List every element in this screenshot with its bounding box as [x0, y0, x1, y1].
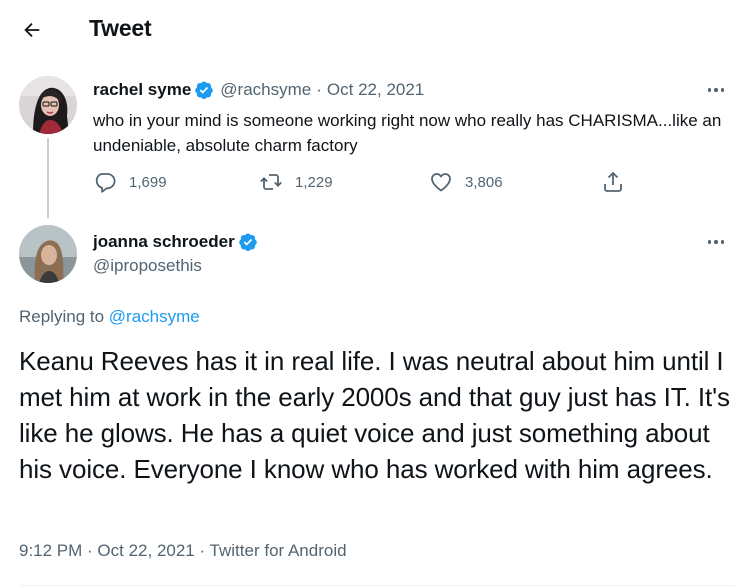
- tweet-header: Tweet: [0, 0, 754, 58]
- author-display-name[interactable]: rachel syme: [93, 80, 191, 100]
- author-display-name[interactable]: joanna schroeder: [93, 232, 235, 252]
- avatar-image: [19, 76, 77, 134]
- share-icon: [604, 171, 622, 192]
- heart-icon: [431, 173, 451, 192]
- more-dot-icon: [707, 240, 712, 244]
- tweet-timestamp-source[interactable]: 9:12 PM · Oct 22, 2021 · Twitter for And…: [19, 541, 347, 561]
- more-dot-icon: [707, 88, 712, 92]
- like-count: 3,806: [465, 173, 503, 191]
- more-dot-icon: [720, 88, 725, 92]
- retweet-button[interactable]: 1,229: [259, 170, 333, 194]
- replying-to-line: Replying to @rachsyme: [19, 307, 200, 327]
- more-dot-icon: [720, 240, 725, 244]
- tweet-actions-bar: 1,699 1,229 3,806: [93, 170, 653, 196]
- retweet-icon: [260, 174, 282, 190]
- more-dot-icon: [714, 88, 718, 92]
- reply-tweet-author-row: joanna schroeder: [93, 232, 258, 252]
- reply-count: 1,699: [129, 173, 167, 191]
- more-options-button[interactable]: [704, 80, 728, 100]
- original-tweet-text: who in your mind is someone working righ…: [93, 111, 722, 155]
- page-title: Tweet: [89, 15, 152, 41]
- meta-separator: ·: [316, 80, 322, 99]
- reply-button[interactable]: 1,699: [93, 170, 167, 194]
- replying-to-label: Replying to: [19, 307, 105, 326]
- like-button[interactable]: 3,806: [429, 170, 503, 194]
- avatar-joanna-schroeder[interactable]: [19, 225, 77, 283]
- share-button[interactable]: [601, 170, 637, 194]
- avatar-image: [19, 225, 77, 283]
- more-dot-icon: [714, 240, 718, 244]
- author-handle[interactable]: @rachsyme: [220, 80, 311, 100]
- author-handle[interactable]: @iproposethis: [93, 256, 202, 276]
- replying-to-link[interactable]: @rachsyme: [109, 307, 200, 326]
- tweet-date[interactable]: Oct 22, 2021: [327, 80, 424, 100]
- verified-badge-icon: [195, 81, 214, 99]
- arrow-left-icon: [24, 22, 40, 38]
- retweet-count: 1,229: [295, 173, 333, 191]
- divider: [19, 585, 735, 586]
- original-tweet-author-row: rachel syme @rachsyme · Oct 22, 2021: [93, 80, 424, 100]
- back-button[interactable]: [18, 16, 46, 44]
- reply-icon: [95, 173, 116, 193]
- verified-badge-icon: [238, 233, 257, 251]
- more-options-button[interactable]: [704, 232, 728, 252]
- avatar-rachel-syme[interactable]: [19, 76, 77, 134]
- reply-tweet-text: Keanu Reeves has it in real life. I was …: [19, 346, 730, 484]
- thread-connector-line: [47, 138, 49, 218]
